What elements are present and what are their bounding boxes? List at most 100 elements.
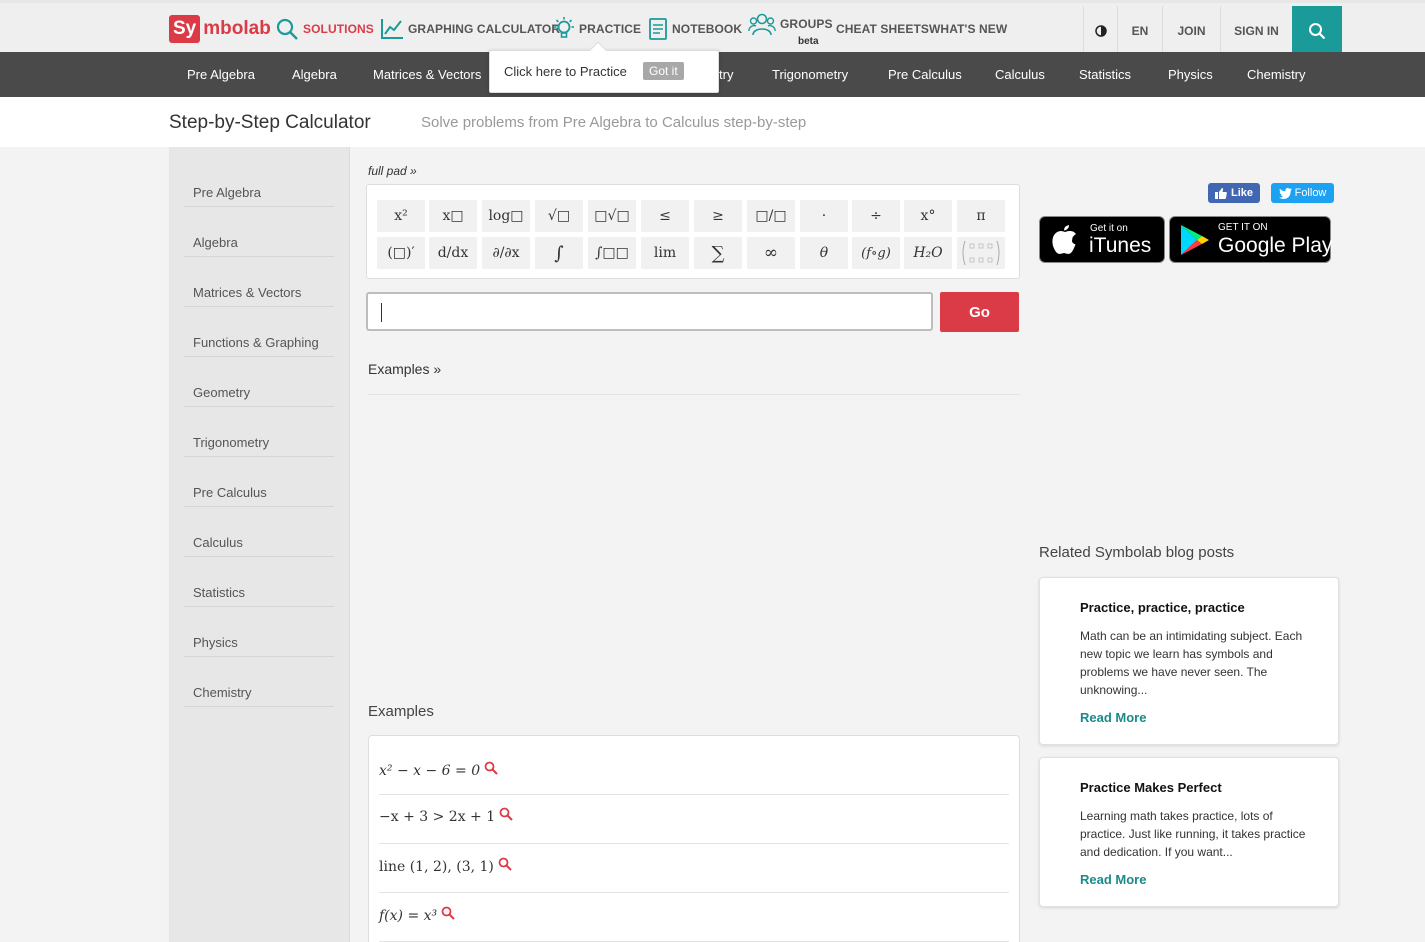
key-cdot[interactable]: · [800,200,848,232]
example-row[interactable]: f(x) = x³ [379,893,1009,942]
subject-algebra[interactable]: Algebra [292,52,337,97]
math-input-field[interactable] [366,292,933,331]
key-power[interactable]: x□ [429,200,477,232]
example-equation[interactable]: f(x) = x³ [379,906,455,924]
nav-whats-new[interactable]: WHAT'S NEW [929,16,1007,42]
key-less-equal[interactable]: ≤ [641,200,689,232]
subject-pre-calculus[interactable]: Pre Calculus [888,52,962,97]
key-prime[interactable]: (□)′ [377,237,425,269]
sidebar-item-statistics[interactable]: Statistics [184,557,334,607]
examples-link[interactable]: Examples » [368,361,441,377]
example-equation[interactable]: line (1, 2), (3, 1) [379,857,512,875]
subject-statistics[interactable]: Statistics [1079,52,1131,97]
sidebar-item-algebra[interactable]: Algebra [184,207,334,257]
sidebar-item-chemistry[interactable]: Chemistry [184,657,334,707]
read-more-link[interactable]: Read More [1080,710,1146,725]
follow-label: Follow [1294,187,1327,199]
blog-post-card: Practice Makes Perfect Learning math tak… [1039,757,1339,907]
key-composition[interactable]: (f∘g) [852,237,900,269]
search-icon[interactable] [484,761,498,775]
google-play-icon [1181,225,1209,255]
key-sum[interactable]: ∑ [694,237,742,269]
go-button[interactable]: Go [940,292,1019,332]
sidebar-item-label: Statistics [193,585,246,600]
blog-post-title[interactable]: Practice Makes Perfect [1080,780,1222,795]
lightbulb-icon [554,17,574,38]
popover-text[interactable]: Click here to Practice [504,64,627,79]
key-log[interactable]: log□ [482,200,530,232]
example-equation[interactable]: −x + 3 > 2x + 1 [379,807,513,825]
key-square[interactable]: x² [377,200,425,232]
math-keypad: x² x□ log□ √□ □√□ ≤ ≥ □/□ · ÷ x° π (□)′ … [366,184,1020,279]
sidebar-item-geometry[interactable]: Geometry [184,357,334,407]
top-navbar: Sy mbolab SOLUTIONS GRAPHING CALCULATOR … [0,0,1425,55]
key-sqrt[interactable]: √□ [535,200,583,232]
example-row[interactable]: line (1, 2), (3, 1) [379,844,1009,893]
example-row[interactable]: x² − x − 6 = 0 [379,746,1009,795]
like-label: Like [1230,187,1253,199]
sidebar-item-functions-graphing[interactable]: Functions & Graphing [184,307,334,357]
join-button[interactable]: JOIN [1162,6,1220,55]
itunes-badge[interactable]: Get it on iTunes [1039,216,1165,263]
nav-practice[interactable]: PRACTICE [553,16,641,42]
example-row[interactable]: −x + 3 > 2x + 1 [379,795,1009,844]
key-fraction[interactable]: □/□ [747,200,795,232]
key-integral[interactable]: ∫ [535,237,583,269]
sign-in-button[interactable]: SIGN IN [1220,6,1292,55]
subject-chemistry[interactable]: Chemistry [1247,52,1306,97]
header-search-button[interactable] [1292,6,1342,55]
language-selector[interactable]: EN [1117,6,1162,55]
subject-pre-algebra[interactable]: Pre Algebra [187,52,255,97]
contrast-toggle[interactable] [1083,6,1117,55]
sidebar-item-pre-algebra[interactable]: Pre Algebra [184,157,334,207]
nav-notebook[interactable]: NOTEBOOK [648,16,742,42]
key-theta[interactable]: θ [800,237,848,269]
sidebar-item-calculus[interactable]: Calculus [184,507,334,557]
nav-graphing-calculator[interactable]: GRAPHING CALCULATOR [380,16,560,42]
google-play-badge[interactable]: GET IT ON Google Play [1169,216,1333,263]
nav-practice-label: PRACTICE [579,22,642,36]
key-derivative[interactable]: d/dx [429,237,477,269]
sidebar-item-label: Physics [193,635,238,650]
key-partial[interactable]: ∂/∂x [482,237,530,269]
key-nth-root[interactable]: □√□ [588,200,636,232]
subject-geometry-partial[interactable]: try [719,52,733,97]
nav-groups[interactable]: GROUPS [748,11,833,37]
subject-calculus[interactable]: Calculus [995,52,1045,97]
symbolab-logo[interactable]: Sy mbolab [169,14,271,44]
key-chemistry[interactable]: H₂O [904,237,952,269]
full-pad-link[interactable]: full pad » [368,164,417,178]
search-icon[interactable] [499,807,513,821]
key-limit[interactable]: lim [641,237,689,269]
matrix-icon [962,240,1000,266]
play-big-text: Google Play [1218,234,1333,257]
key-degree[interactable]: x° [904,200,952,232]
subject-trigonometry[interactable]: Trigonometry [772,52,848,97]
sidebar-item-pre-calculus[interactable]: Pre Calculus [184,457,334,507]
key-divide[interactable]: ÷ [852,200,900,232]
key-definite-integral[interactable]: ∫□□ [588,237,636,269]
text-caret [381,303,382,322]
key-matrix[interactable] [957,237,1005,269]
subject-physics[interactable]: Physics [1168,52,1213,97]
nav-solutions[interactable]: SOLUTIONS [275,16,374,42]
example-equation[interactable]: x² − x − 6 = 0 [379,761,498,779]
sidebar-item-trigonometry[interactable]: Trigonometry [184,407,334,457]
facebook-like-button[interactable]: Like [1208,183,1260,203]
sidebar-item-physics[interactable]: Physics [184,607,334,657]
got-it-button[interactable]: Got it [643,62,684,80]
sidebar-item-label: Algebra [193,235,238,250]
subject-matrices-vectors[interactable]: Matrices & Vectors [373,52,481,97]
nav-cheat-sheets[interactable]: CHEAT SHEETS [836,16,929,42]
read-more-link[interactable]: Read More [1080,872,1146,887]
twitter-follow-button[interactable]: Follow [1271,183,1334,203]
search-icon[interactable] [498,857,512,871]
blog-post-title[interactable]: Practice, practice, practice [1080,600,1245,615]
search-icon[interactable] [441,906,455,920]
key-pi[interactable]: π [957,200,1005,232]
examples-list: x² − x − 6 = 0 −x + 3 > 2x + 1 line (1, … [368,735,1020,942]
sidebar-item-matrices-vectors[interactable]: Matrices & Vectors [184,257,334,307]
key-greater-equal[interactable]: ≥ [694,200,742,232]
twitter-bird-icon [1278,187,1292,199]
key-infinity[interactable]: ∞ [747,237,795,269]
